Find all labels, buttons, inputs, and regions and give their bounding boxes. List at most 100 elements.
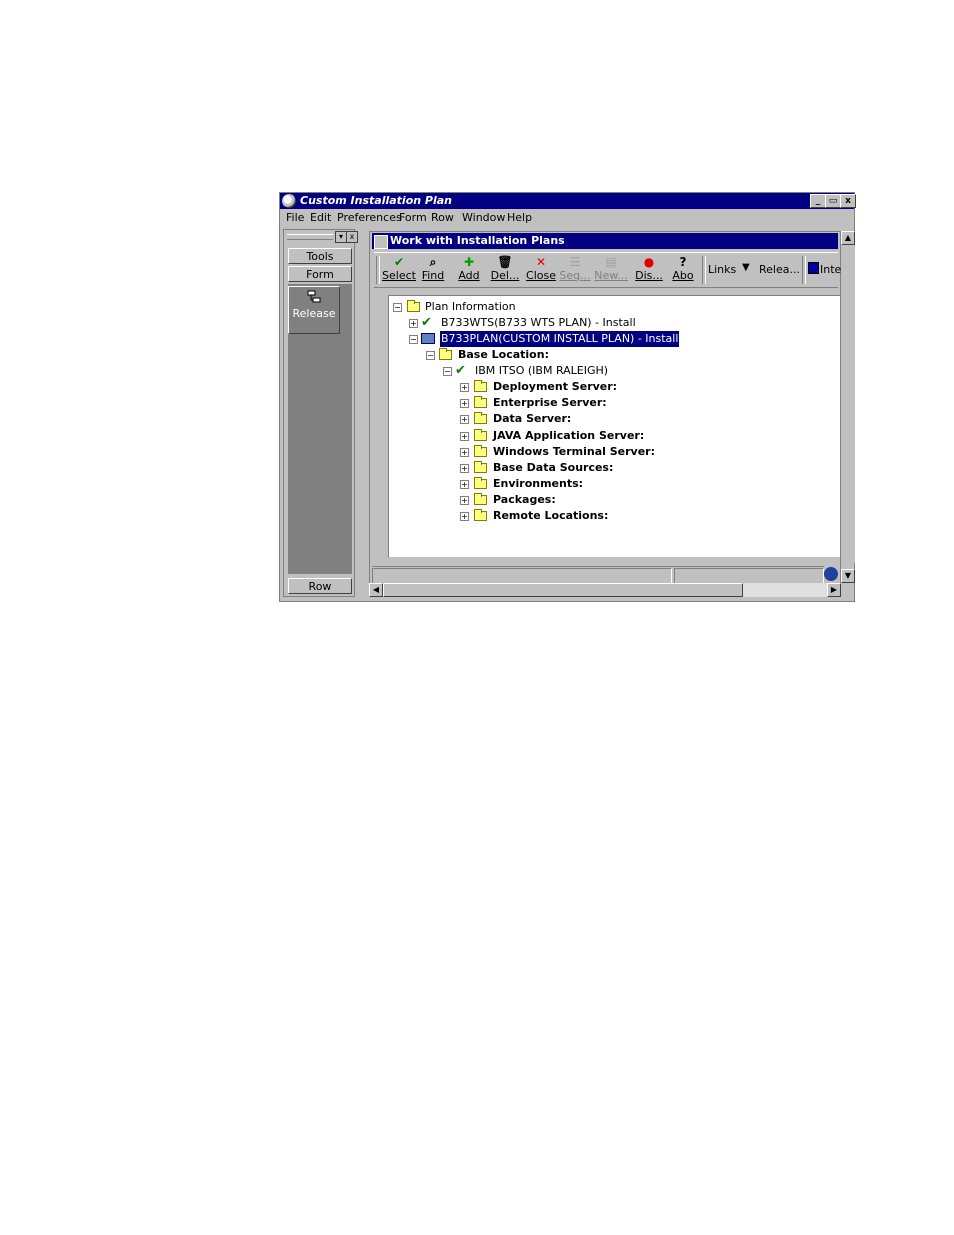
delete-label: Del... [490,269,520,282]
trash-icon: 🗑 [497,255,513,269]
panel-close-button[interactable]: x [346,231,358,243]
expand-icon[interactable]: + [460,415,469,424]
tree-label: JAVA Application Server: [493,429,645,442]
expand-icon[interactable]: + [460,464,469,473]
tab-row[interactable]: Row [288,578,352,594]
dropdown-arrow-icon[interactable]: ▼ [742,262,750,273]
release-exit-button[interactable]: Release [288,286,340,334]
expand-icon[interactable]: + [460,496,469,505]
about-button[interactable]: ? Abo [666,255,700,285]
tab-form[interactable]: Form [288,266,352,282]
internet-menu[interactable]: Inte [820,263,841,276]
check-icon: ✔ [455,363,466,378]
collapse-icon[interactable]: − [443,367,452,376]
delete-button[interactable]: 🗑 Del... [488,255,522,285]
toolbar: ✔ Select ⌕ Find ✚ Add 🗑 Del... ✕ Close ☰ [374,252,841,288]
window-title: Custom Installation Plan [300,194,453,207]
release-icon [307,290,321,303]
check-icon: ✔ [421,315,432,330]
plus-icon: ✚ [463,255,475,269]
close-form-button[interactable]: ✕ Close [524,255,558,285]
folder-icon [474,429,487,441]
plan-tree: − Plan Information + ✔ B733WTS(B733 WTS … [388,295,840,557]
tree-label: Enterprise Server: [493,396,607,409]
folder-icon [474,380,487,392]
app-globe-icon [282,194,296,208]
menubar: File Edit Preferences Form Row Window He… [280,209,854,227]
tree-label: B733WTS(B733 WTS PLAN) - Install [441,316,636,329]
menu-window[interactable]: Window [462,211,505,225]
folder-open-icon [407,300,420,312]
minimize-button[interactable]: _ [810,194,826,208]
collapse-icon[interactable]: − [393,303,402,312]
expand-icon[interactable]: + [460,399,469,408]
tree-label: Windows Terminal Server: [493,445,655,458]
find-icon: ⌕ [429,255,437,269]
about-label: Abo [672,269,694,282]
globe-icon [824,567,838,581]
select-button[interactable]: ✔ Select [382,255,416,285]
vertical-scrollbar-track[interactable] [841,245,855,563]
expand-icon[interactable]: + [409,319,418,328]
status-pane-secondary [674,568,824,584]
horizontal-scroll-thumb[interactable] [383,583,743,597]
expand-icon[interactable]: + [460,480,469,489]
release-menu[interactable]: Relea... [759,263,800,276]
tree-label: Base Location: [458,348,549,361]
expand-icon[interactable]: + [460,448,469,457]
add-button[interactable]: ✚ Add [452,255,486,285]
internet-icon[interactable] [808,262,819,274]
tree-label: Remote Locations: [493,509,609,522]
menu-edit[interactable]: Edit [310,211,331,225]
find-button[interactable]: ⌕ Find [416,255,450,285]
scroll-up-button[interactable]: ▲ [841,231,855,245]
seq-button[interactable]: ☰ Seq... [558,255,592,285]
child-title: Work with Installation Plans [390,234,565,247]
new-button[interactable]: ▤ New... [594,255,628,285]
new-label: New... [594,269,628,282]
menu-help[interactable]: Help [507,211,532,225]
menu-preferences[interactable]: Preferences [337,211,402,225]
toolbar-separator [802,256,806,284]
add-label: Add [458,269,480,282]
dis-label: Dis... [635,269,663,282]
toolbar-separator [702,256,706,284]
expand-icon[interactable]: + [460,512,469,521]
folder-open-icon [439,348,452,360]
links-menu[interactable]: Links [708,263,736,276]
menu-file[interactable]: File [286,211,304,225]
tree-label: Data Server: [493,412,572,425]
maximize-button[interactable]: ▭ [825,194,841,208]
scroll-left-button[interactable]: ◀ [369,583,383,597]
scroll-right-button[interactable]: ▶ [827,583,841,597]
exit-bar-panel: ▾ x Tools Form Release Row [283,229,358,597]
form-icon [374,235,388,249]
menu-row[interactable]: Row [431,211,454,225]
menu-form[interactable]: Form [399,211,427,225]
child-titlebar[interactable]: Work with Installation Plans [372,233,838,249]
tree-label: Base Data Sources: [493,461,614,474]
tree-label: Deployment Server: [493,380,618,393]
scroll-down-button[interactable]: ▼ [841,569,855,583]
collapse-icon[interactable]: − [409,335,418,344]
folder-icon [474,493,487,505]
expand-icon[interactable]: + [460,432,469,441]
tab-tools[interactable]: Tools [288,248,352,264]
check-icon: ✔ [393,255,405,269]
panel-grip[interactable] [287,234,333,240]
folder-icon [474,509,487,521]
expand-icon[interactable]: + [460,383,469,392]
folder-icon [474,461,487,473]
work-with-plans-window: Work with Installation Plans ✔ Select ⌕ … [369,231,841,597]
x-icon: ✕ [535,255,547,269]
display-icon: ● [643,255,655,269]
window-titlebar[interactable]: Custom Installation Plan _ ▭ x [280,193,856,209]
seq-label: Seq... [559,269,591,282]
folder-icon [474,477,487,489]
collapse-icon[interactable]: − [426,351,435,360]
sequence-icon: ☰ [569,255,581,269]
close-button[interactable]: x [840,194,856,208]
folder-icon [474,412,487,424]
horizontal-scrollbar[interactable]: ◀ ▶ [369,583,841,597]
dis-button[interactable]: ● Dis... [632,255,666,285]
